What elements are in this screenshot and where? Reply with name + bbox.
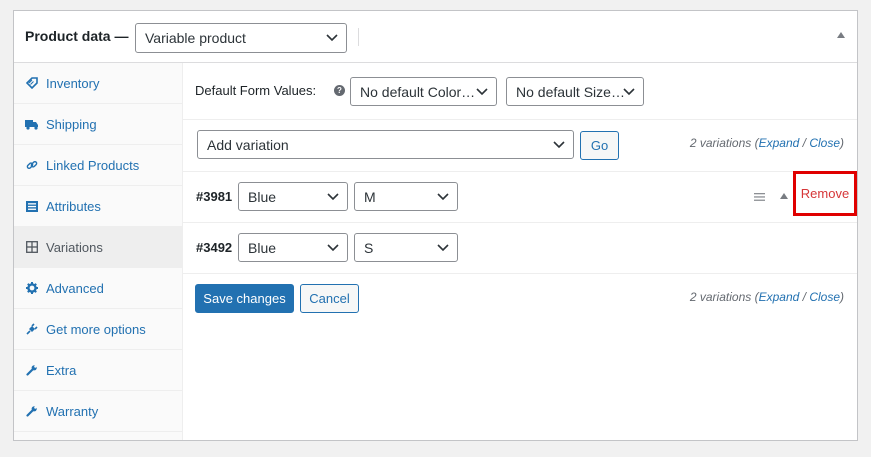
tab-label: Get more options [46,321,146,337]
default-color-select[interactable]: No default Color… [350,77,497,106]
header-divider [358,28,359,46]
chevron-down-icon [553,140,565,148]
wrench-icon [25,363,39,377]
plug-icon [25,322,39,336]
gear-icon [25,281,39,295]
variations-count-bottom: 2 variations (Expand / Close) [690,290,844,304]
expand-link[interactable]: Expand [759,136,800,150]
default-form-values-label: Default Form Values: [195,83,317,98]
truck-icon [25,117,39,131]
tab-label: Attributes [46,198,101,214]
tab-label: Inventory [46,75,100,91]
variation-id: #3981 [196,189,233,204]
variation-id: #3492 [196,240,233,255]
variation-size-value: M [364,188,376,205]
tab-attributes[interactable]: Attributes [14,186,183,227]
variation-action-select[interactable]: Add variation [197,130,574,159]
tab-advanced[interactable]: Advanced [14,268,183,309]
product-data-title: Product data — [25,28,129,44]
tab-label: Variations [46,239,103,255]
wrench-icon [25,404,39,418]
inventory-tag-icon [25,76,39,90]
tab-extra[interactable]: Extra [14,350,183,391]
go-button[interactable]: Go [580,131,619,160]
default-size-value: No default Size… [516,83,625,100]
tab-get-more-options[interactable]: Get more options [14,309,183,350]
save-changes-button[interactable]: Save changes [195,284,294,313]
variation-color-value: Blue [248,188,277,205]
chevron-down-icon [326,34,338,42]
variation-action-value: Add variation [207,136,289,153]
variations-count-top: 2 variations (Expand / Close) [690,136,844,150]
variations-count: 2 variations [689,136,752,150]
tab-inventory[interactable]: Inventory [14,63,183,104]
remove-link[interactable]: Remove [801,186,849,201]
chevron-down-icon [476,87,488,95]
tab-variations[interactable]: Variations [14,227,183,268]
product-type-value: Variable product [145,30,246,46]
default-size-select[interactable]: No default Size… [506,77,644,106]
variation-color-value: Blue [248,239,277,256]
list-icon [25,199,39,213]
expand-link[interactable]: Expand [759,290,800,304]
separator: / [799,136,810,150]
variation-color-select[interactable]: Blue [238,233,348,262]
drag-handle-icon[interactable] [754,193,765,201]
chevron-down-icon [437,243,449,251]
variation-size-value: S [364,239,374,256]
product-data-panel: Product data — Variable product Inventor… [13,10,858,441]
variations-content: Default Form Values: ? No default Color…… [183,63,857,440]
product-data-header: Product data — Variable product [14,11,857,63]
variation-size-select[interactable]: M [354,182,458,211]
divider [183,273,857,274]
grid-icon [25,240,39,254]
link-icon [25,158,39,172]
tab-label: Shipping [46,116,97,132]
cancel-button[interactable]: Cancel [300,284,359,313]
default-color-value: No default Color… [360,83,476,100]
tab-label: Extra [46,362,77,378]
variation-color-select[interactable]: Blue [238,182,348,211]
chevron-down-icon [327,192,339,200]
help-icon[interactable]: ? [334,85,345,96]
tab-label: Advanced [46,280,104,296]
variations-count: 2 variations [689,290,752,304]
variation-size-select[interactable]: S [354,233,458,262]
separator: / [799,290,810,304]
tab-linked-products[interactable]: Linked Products [14,145,183,186]
remove-highlight: Remove [793,171,857,216]
collapse-arrow-icon[interactable] [837,32,845,38]
divider [183,222,857,223]
tab-label: Linked Products [46,157,140,173]
paren-close: ) [840,290,844,304]
toggle-arrow-icon[interactable] [780,193,788,199]
chevron-down-icon [327,243,339,251]
tab-shipping[interactable]: Shipping [14,104,183,145]
divider [183,119,857,120]
close-link[interactable]: Close [809,136,840,150]
paren-close: ) [840,136,844,150]
tab-warranty[interactable]: Warranty [14,391,183,432]
product-data-tabs: Inventory Shipping Linked Products Attri… [14,63,183,440]
product-type-select[interactable]: Variable product [135,23,347,53]
divider [183,171,857,172]
tab-label: Warranty [46,403,99,419]
close-link[interactable]: Close [809,290,840,304]
chevron-down-icon [623,87,635,95]
chevron-down-icon [437,192,449,200]
